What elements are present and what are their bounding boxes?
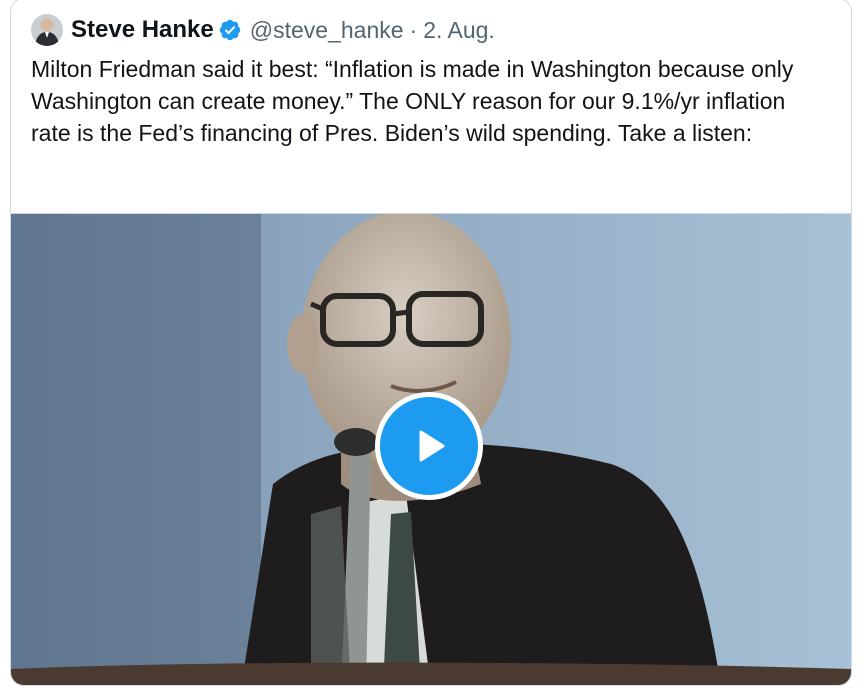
header-separator: · [409, 16, 418, 43]
tweet-date[interactable]: 2. Aug. [423, 17, 495, 44]
author-name[interactable]: Steve Hanke [71, 16, 214, 44]
play-icon [419, 430, 445, 462]
play-button[interactable] [375, 392, 483, 500]
video-player[interactable] [11, 213, 851, 685]
tweet-header: Steve Hanke @steve_hanke · 2. Aug. [31, 13, 495, 47]
tweet-card[interactable]: Steve Hanke @steve_hanke · 2. Aug. Milto… [10, 0, 852, 686]
author-handle[interactable]: @steve_hanke [250, 17, 404, 44]
verified-badge-icon [219, 19, 240, 41]
author-avatar[interactable] [31, 14, 63, 46]
tweet-text: Milton Friedman said it best: “Inflation… [31, 56, 794, 146]
